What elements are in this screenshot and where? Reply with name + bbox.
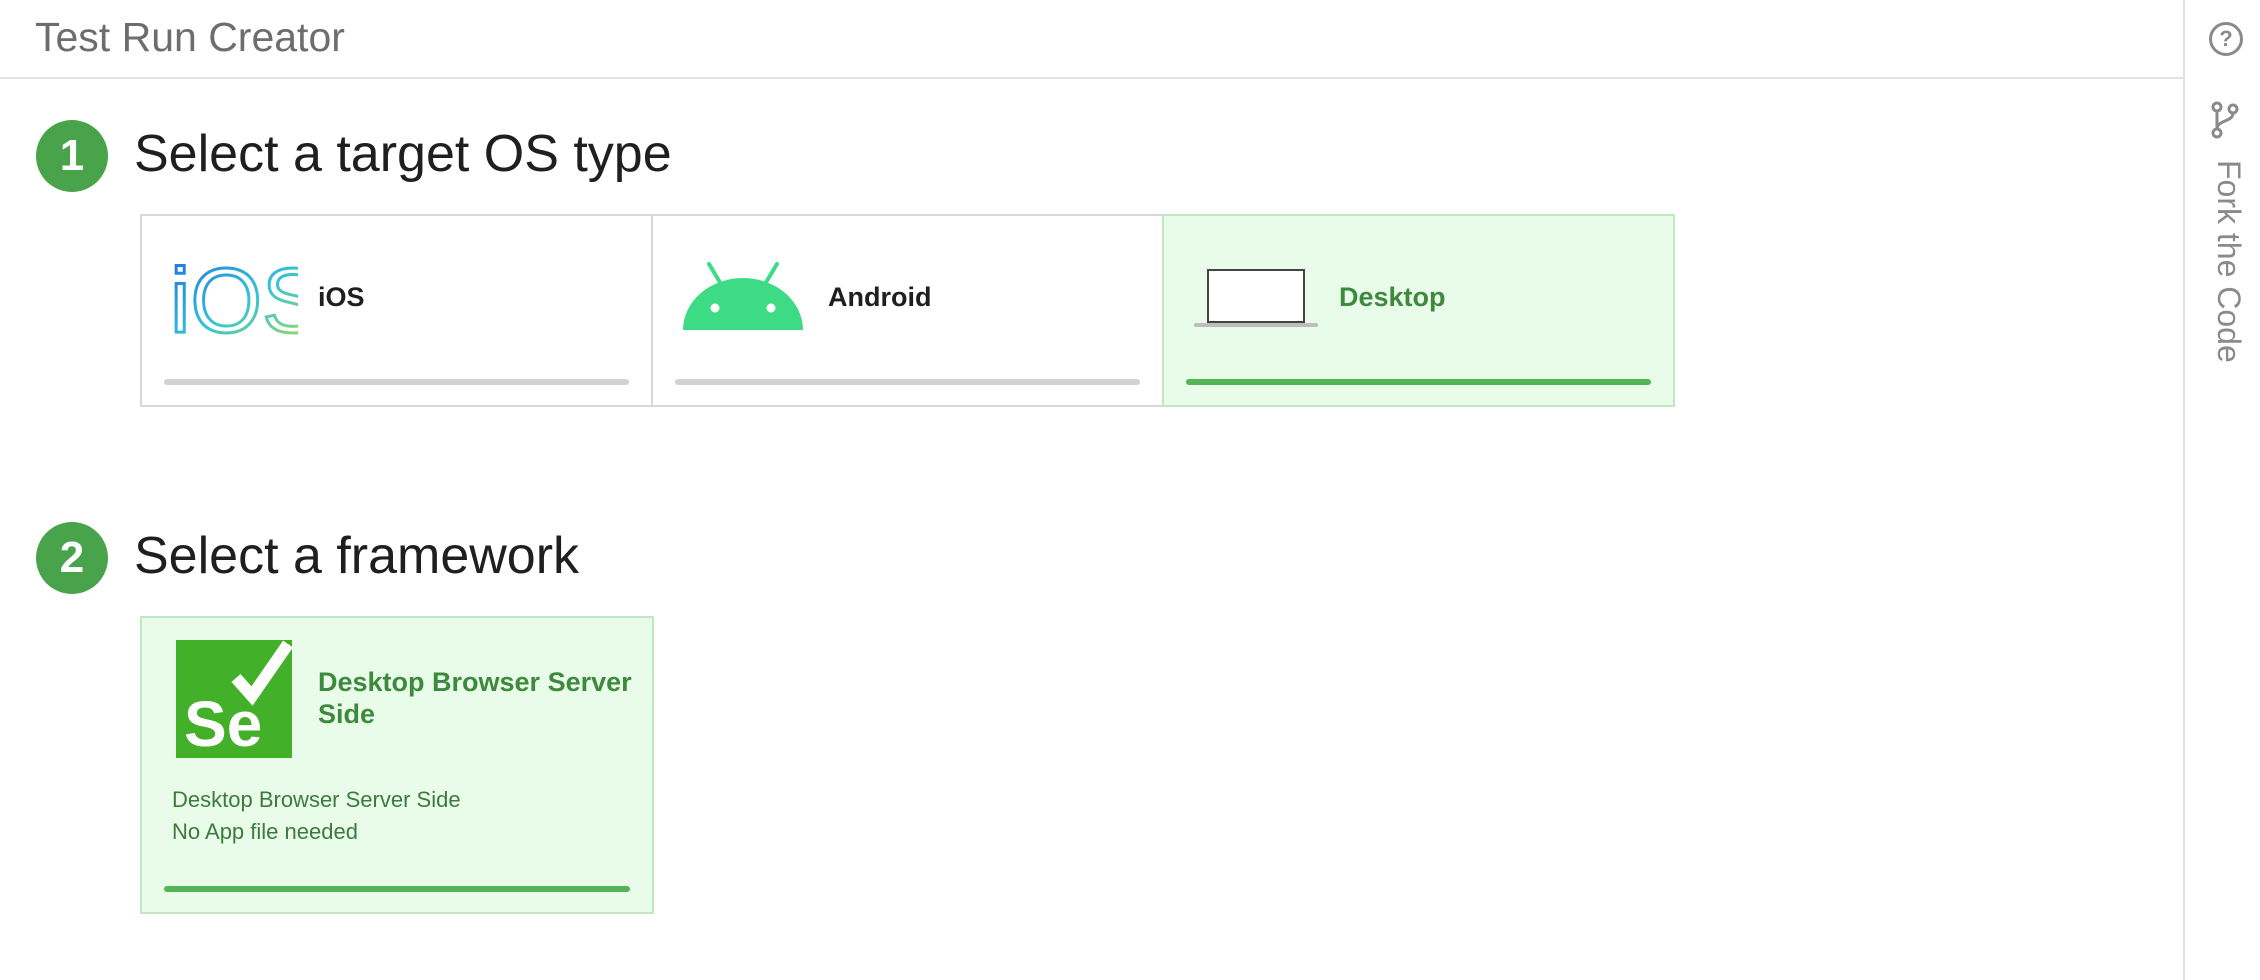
page-title: Test Run Creator <box>35 14 345 60</box>
os-card-ios[interactable]: iOS iOS <box>140 214 653 407</box>
svg-text:iOS: iOS <box>170 258 298 338</box>
card-underline <box>1186 379 1651 385</box>
android-logo-icon <box>683 262 803 330</box>
step-1-badge: 1 <box>36 120 108 192</box>
os-label-desktop: Desktop <box>1339 282 1446 312</box>
laptop-icon <box>1194 269 1318 327</box>
selenium-logo-icon: Se <box>176 640 292 758</box>
svg-text:Se: Se <box>184 688 262 758</box>
fork-the-code-label: Fork the Code <box>2211 160 2247 363</box>
step-1-title: Select a target OS type <box>134 125 672 183</box>
card-underline <box>164 886 630 892</box>
right-sidebar: ? Fork the Code <box>2183 0 2260 980</box>
framework-description-line-2: No App file needed <box>172 819 358 844</box>
app-root: Test Run Creator ? Fork the Code 1 Selec… <box>0 0 2260 980</box>
card-underline <box>675 379 1140 385</box>
os-card-android[interactable]: Android <box>651 214 1164 407</box>
help-icon[interactable]: ? <box>2209 22 2243 56</box>
git-branch-icon <box>2211 101 2239 139</box>
os-options: iOS iOS Android Desktop <box>140 214 1678 407</box>
framework-description-line-1: Desktop Browser Server Side <box>172 787 461 812</box>
header: Test Run Creator <box>0 0 2183 79</box>
framework-description: Desktop Browser Server Side No App file … <box>172 784 461 848</box>
os-label-android: Android <box>828 282 932 312</box>
os-label-ios: iOS <box>318 282 365 312</box>
fork-the-code-link[interactable]: Fork the Code <box>2201 100 2249 380</box>
ios-logo-icon: iOS <box>170 258 298 338</box>
step-2-title: Select a framework <box>134 527 580 585</box>
os-card-desktop[interactable]: Desktop <box>1162 214 1675 407</box>
card-underline <box>164 379 629 385</box>
step-2-badge: 2 <box>36 522 108 594</box>
framework-card-desktop-browser[interactable]: Se Desktop Browser Server Side Desktop B… <box>140 616 654 914</box>
framework-title: Desktop Browser Server Side <box>318 667 632 729</box>
